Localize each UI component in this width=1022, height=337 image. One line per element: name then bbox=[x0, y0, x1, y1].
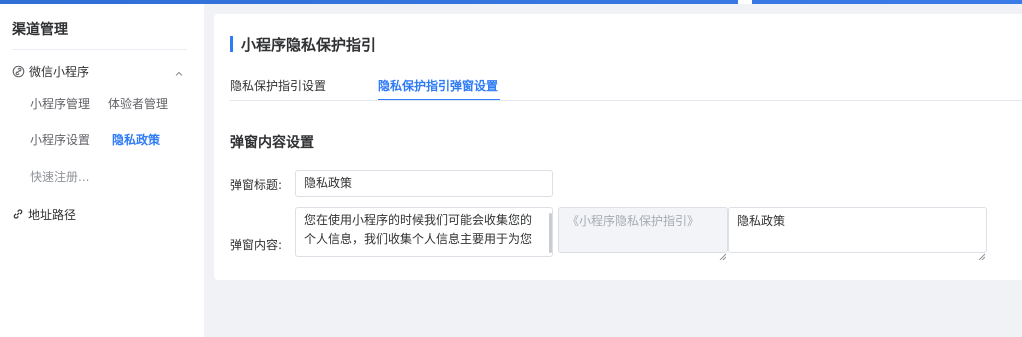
resize-grip-icon[interactable] bbox=[719, 245, 727, 261]
link-icon bbox=[12, 208, 24, 220]
sidebar-item-tester-manage[interactable]: 体验者管理 bbox=[108, 95, 168, 112]
content-scrollbar[interactable] bbox=[549, 213, 552, 253]
sidebar-title: 渠道管理 bbox=[12, 22, 68, 38]
sidebar-divider bbox=[12, 49, 187, 50]
tab-privacy-guide-settings[interactable]: 隐私保护指引设置 bbox=[230, 77, 326, 94]
resize-grip-icon[interactable] bbox=[978, 245, 986, 261]
title-accent-bar bbox=[230, 36, 233, 52]
link-icon bbox=[12, 65, 25, 78]
sidebar-group-wechat-mini-program[interactable]: 微信小程序 bbox=[12, 60, 188, 82]
page-title: 小程序隐私保护指引 bbox=[230, 35, 377, 54]
sidebar-item-privacy-policy[interactable]: 隐私政策 bbox=[112, 131, 160, 148]
popup-content-line: 个人信息，我们收集个人信息主要用于为您 bbox=[304, 232, 533, 246]
popup-content-line: 您在使用小程序的时候我们可能会收集您的 bbox=[304, 213, 533, 227]
popup-title-label: 弹窗标题: bbox=[230, 178, 283, 192]
top-bar-marker bbox=[738, 0, 752, 4]
sidebar-item-mini-program-manage[interactable]: 小程序管理 bbox=[30, 95, 90, 112]
sidebar-item-quick-register[interactable]: 快速注册... bbox=[30, 168, 89, 185]
chevron-up-icon[interactable] bbox=[174, 64, 184, 76]
guide-link-textarea: 《小程序隐私保护指引》 bbox=[558, 207, 728, 253]
page-title-text: 小程序隐私保护指引 bbox=[241, 35, 377, 54]
sidebar-group-label: 微信小程序 bbox=[29, 64, 90, 79]
privacy-guide-card: 小程序隐私保护指引 隐私保护指引设置 隐私保护指引弹窗设置 弹窗内容设置 弹窗标… bbox=[214, 14, 1022, 280]
section-title: 弹窗内容设置 bbox=[230, 135, 314, 151]
sidebar-item-label: 地址路径 bbox=[28, 207, 77, 222]
tab-privacy-popup-settings[interactable]: 隐私保护指引弹窗设置 bbox=[378, 77, 498, 94]
tabs-divider bbox=[230, 100, 1022, 101]
sidebar: 渠道管理 微信小程序 小程序管理 体验者管理 小程序设置 隐私政策 快速注册..… bbox=[0, 4, 204, 337]
policy-textarea[interactable]: 隐私政策 bbox=[728, 207, 987, 253]
popup-title-input[interactable]: 隐私政策 bbox=[295, 170, 553, 197]
popup-content-textarea[interactable]: 您在使用小程序的时候我们可能会收集您的 个人信息，我们收集个人信息主要用于为您 bbox=[295, 207, 553, 257]
popup-content-label: 弹窗内容: bbox=[230, 238, 283, 252]
sidebar-item-mini-program-settings[interactable]: 小程序设置 bbox=[30, 131, 90, 148]
sidebar-item-address-route[interactable]: 地址路径 bbox=[12, 204, 76, 224]
